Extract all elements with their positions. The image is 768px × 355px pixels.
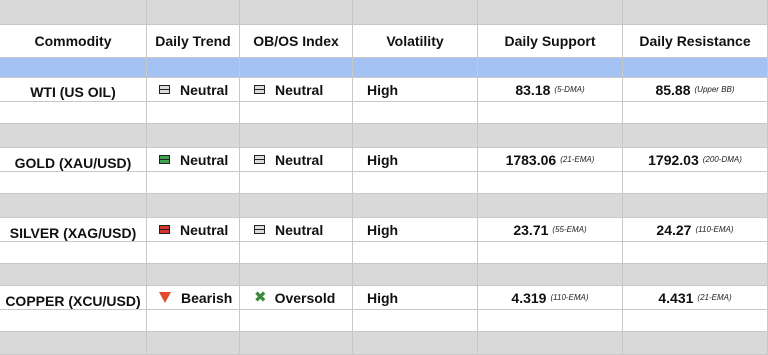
support-value: 23.71 [513,221,549,238]
support-cell: 83.18 (5-DMA) [478,78,623,102]
header-obos-index: OB/OS Index [240,25,353,58]
trend-label: Neutral [180,221,229,238]
trend-label: Bearish [181,289,233,306]
neutral-bars-green-icon [159,155,170,164]
resistance-value: 4.431 [658,289,694,306]
header-daily-trend: Daily Trend [147,25,240,58]
trend-cell: Neutral [147,78,240,102]
obos-cell: ✖ Oversold [240,286,353,310]
commodity-name: GOLD (XAU/USD) [0,148,147,172]
support-cell: 1783.06 (21-EMA) [478,148,623,172]
oversold-x-icon: ✖ [254,289,267,306]
spacer-row [0,172,768,194]
commodity-table: Commodity Daily Trend OB/OS Index Volati… [0,0,768,355]
table-row: GOLD (XAU/USD) Neutral Neutral High 1783… [0,148,768,172]
neutral-bars-gray-icon [159,85,170,94]
resistance-note: (110-EMA) [695,225,734,234]
obos-cell: Neutral [240,218,353,242]
support-value: 1783.06 [505,151,557,168]
resistance-value: 85.88 [655,81,691,98]
blue-band-row [0,58,768,78]
obos-label: Neutral [275,221,324,238]
separator-row [0,124,768,148]
trend-cell: Neutral [147,218,240,242]
support-note: (110-EMA) [550,293,589,302]
spacer-row [0,102,768,124]
obos-cell: Neutral [240,148,353,172]
obos-label: Neutral [275,81,324,98]
trend-label: Neutral [180,151,229,168]
bottom-gray-band [0,332,768,355]
volatility-value: High [353,148,478,172]
volatility-value: High [353,78,478,102]
support-note: (5-DMA) [554,85,585,94]
spacer-row [0,242,768,264]
neutral-bars-icon [254,155,265,164]
resistance-value: 1792.03 [648,151,699,168]
spacer-row [0,310,768,332]
header-daily-support: Daily Support [478,25,623,58]
commodity-name: COPPER (XCU/USD) [0,286,147,310]
support-note: (55-EMA) [552,225,587,234]
resistance-cell: 4.431 (21-EMA) [623,286,768,310]
resistance-note: (200-DMA) [702,155,742,164]
table-row: COPPER (XCU/USD) Bearish ✖ Oversold High… [0,286,768,310]
support-value: 83.18 [515,81,551,98]
header-commodity: Commodity [0,25,147,58]
separator-row [0,264,768,286]
bearish-triangle-down-icon [159,292,171,303]
top-gray-band [0,0,768,25]
volatility-value: High [353,286,478,310]
support-value: 4.319 [511,289,547,306]
resistance-note: (Upper BB) [694,85,735,94]
table-row: WTI (US OIL) Neutral Neutral High 83.18 … [0,78,768,102]
commodity-name: WTI (US OIL) [0,78,147,102]
separator-row [0,194,768,218]
trend-label: Neutral [180,81,229,98]
trend-cell: Bearish [147,286,240,310]
volatility-value: High [353,218,478,242]
trend-cell: Neutral [147,148,240,172]
resistance-note: (21-EMA) [697,293,732,302]
resistance-value: 24.27 [656,221,692,238]
commodity-name: SILVER (XAG/USD) [0,218,147,242]
obos-label: Neutral [275,151,324,168]
obos-label: Oversold [274,289,336,306]
obos-cell: Neutral [240,78,353,102]
neutral-bars-icon [254,85,265,94]
resistance-cell: 1792.03 (200-DMA) [623,148,768,172]
header-daily-resistance: Daily Resistance [623,25,768,58]
table-row: SILVER (XAG/USD) Neutral Neutral High 23… [0,218,768,242]
resistance-cell: 85.88 (Upper BB) [623,78,768,102]
neutral-bars-icon [254,225,265,234]
neutral-bars-red-icon [159,225,170,234]
header-volatility: Volatility [353,25,478,58]
support-cell: 4.319 (110-EMA) [478,286,623,310]
support-note: (21-EMA) [560,155,595,164]
resistance-cell: 24.27 (110-EMA) [623,218,768,242]
header-row: Commodity Daily Trend OB/OS Index Volati… [0,25,768,58]
support-cell: 23.71 (55-EMA) [478,218,623,242]
